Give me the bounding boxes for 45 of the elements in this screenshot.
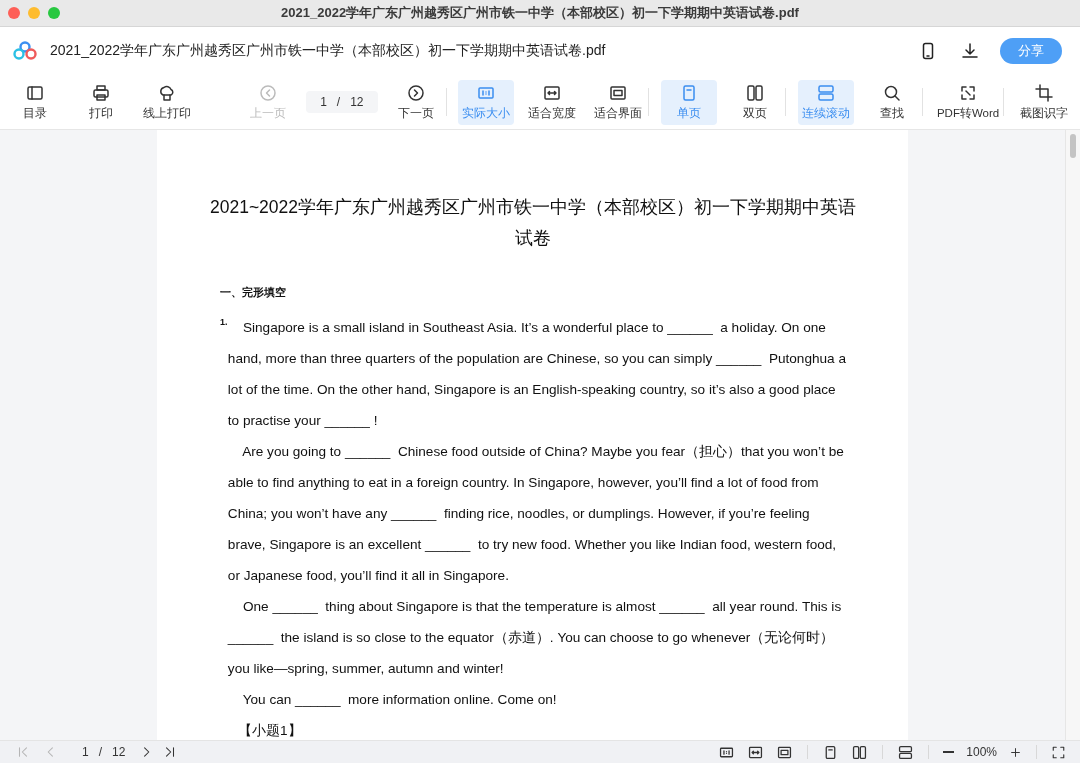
toolbar-button[interactable]: 适合宽度 — [524, 79, 581, 125]
page-separator: / — [98, 745, 103, 759]
toolbar-button[interactable]: 截图识字 — [1016, 79, 1073, 125]
fullscreen-icon — [1051, 744, 1066, 760]
paragraph: Are you going to ______ Chinese food outside of China? Maybe you fear（担心）that you won’t be able to find anything to eat in a foreign country. In Singapore, however, you’ll find a lot of food from China; you won’t have any ______ finding rice, noodles, or dumplings. However, if you’re feeling brave, Singapore is an excellent ______ to try new food. Whether you like Indian food, western food, or Japanese food, you’ll find it all in Singapore. — [227, 443, 845, 585]
toolbar-button[interactable]: 下一页 — [387, 79, 444, 125]
printer-icon — [91, 83, 111, 103]
toolbar-button[interactable]: 打印 — [73, 79, 129, 125]
document-title: 2021~2022学年广东广州越秀区广州市铁一中学（本部校区）初一下学期期中英语 试卷 — [208, 196, 858, 250]
toolbar-button[interactable]: 查找 — [864, 79, 921, 125]
crop-icon — [1034, 83, 1055, 103]
paragraph: One ______ thing about Singapore is that the temperature is almost ______ all year round. This is ______ the island is so close to the equator（赤道）. You can choose to go whenever（无论何时） you like—spring, summer, autumn and winter! — [227, 598, 843, 678]
double-page-icon — [851, 743, 869, 761]
paragraph: Singapore is a small island in Southeast Asia. It’s a wonderful place to ______ a holiday. On one hand, more than three quarters of the population are Chinese, so you can simply ______ Putonghua a lot of the time. On the other hand, Singapore is an English-speaking country, so it’s also a good place to practise your ______ ! — [227, 319, 846, 430]
scroll-icon — [816, 83, 837, 103]
app-logo-icon — [13, 41, 37, 61]
zoom-window-button[interactable] — [48, 7, 60, 19]
toolbar-button[interactable]: PDF转Word — [934, 79, 1002, 125]
toolbar-button[interactable]: 目录 — [7, 79, 63, 125]
toolbar-button[interactable]: 适合界面 — [590, 79, 647, 125]
paragraph: You can ______ more information online. Come on! — [241, 691, 558, 709]
fit-page-icon — [608, 83, 629, 103]
section-heading: 一、完形填空 — [220, 286, 287, 300]
search-icon — [882, 83, 903, 103]
first-page-icon — [16, 745, 30, 759]
scroll-icon — [897, 743, 915, 761]
file-name: 2021_2022学年广东广州越秀区广州市铁一中学（本部校区）初一下学期期中英语试卷.pdf — [50, 42, 607, 60]
question-number: 1. — [220, 317, 228, 327]
minimize-window-button[interactable] — [28, 7, 40, 19]
window-title: 2021_2022学年广东广州越秀区广州市铁一中学（本部校区）初一下学期期中英语试卷.pdf — [281, 5, 799, 20]
sidebar-icon — [25, 83, 45, 103]
previous-icon — [258, 83, 279, 103]
fit-width-icon — [542, 83, 563, 103]
download-icon — [960, 41, 980, 61]
zoom-in-icon — [1009, 745, 1022, 759]
subquestion-label: 【小题1】 — [238, 722, 303, 740]
page-number[interactable]: 1 — [82, 745, 89, 759]
zoom-level: 100% — [966, 745, 997, 759]
toolbar-button[interactable]: 线上打印 — [139, 79, 195, 125]
toolbar-button[interactable]: 双页 — [727, 79, 784, 125]
close-window-button[interactable] — [8, 7, 20, 19]
page-field[interactable]: 1 / 12 — [306, 91, 378, 113]
double-page-icon — [745, 83, 766, 103]
next-icon — [405, 83, 426, 103]
page-total: 12 — [112, 745, 126, 759]
